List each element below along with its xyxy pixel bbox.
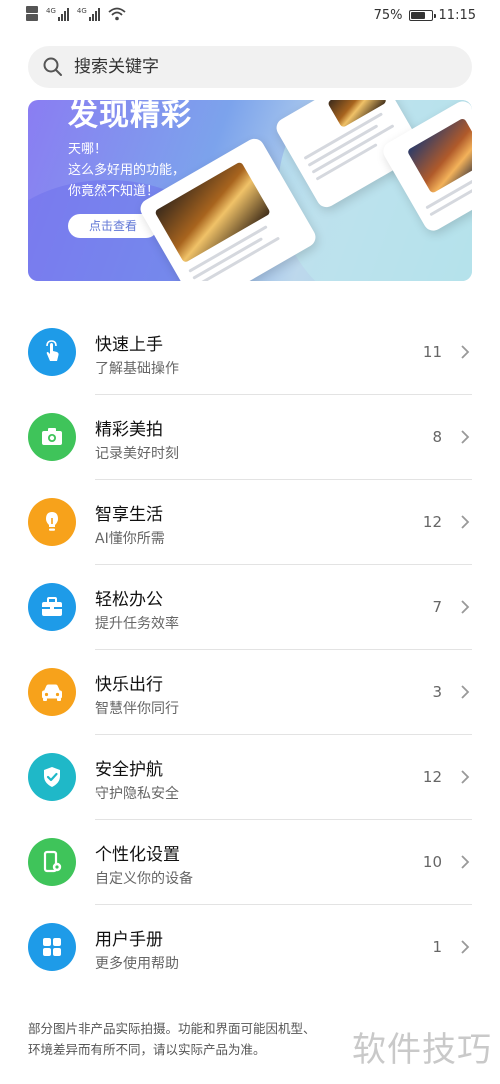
list-item-subtitle: AI懂你所需 — [95, 531, 165, 547]
chevron-right-icon — [461, 345, 470, 359]
list-item-title: 快速上手 — [95, 335, 163, 355]
list-item-travel[interactable]: 快乐出行 智慧伴你同行 3 — [0, 650, 500, 735]
signal-icon-2: 4G — [77, 7, 100, 21]
battery-icon — [408, 10, 436, 21]
search-input[interactable] — [72, 56, 436, 78]
list-item-count: 8 — [432, 428, 442, 446]
chevron-right-icon — [461, 685, 470, 699]
list-item-office[interactable]: 轻松办公 提升任务效率 7 — [0, 565, 500, 650]
status-right: 75% 11:15 — [374, 8, 476, 23]
camera-icon — [28, 413, 76, 461]
list-item-subtitle: 自定义你的设备 — [95, 871, 193, 887]
list-item-count: 12 — [422, 768, 442, 786]
list-item-personalization[interactable]: 个性化设置 自定义你的设备 10 — [0, 820, 500, 905]
list-item-subtitle: 更多使用帮助 — [95, 956, 179, 972]
list-item-title: 轻松办公 — [95, 590, 163, 610]
list-item-count: 3 — [432, 683, 442, 701]
grid-icon — [28, 923, 76, 971]
feature-list: 快速上手 了解基础操作 11 精彩美拍 记录美好时刻 8 智享生活 AI懂你所需… — [0, 310, 500, 990]
list-item-subtitle: 提升任务效率 — [95, 616, 179, 632]
hd-icon — [26, 6, 38, 21]
wifi-icon — [108, 7, 126, 20]
disclaimer-line-1: 部分图片非产品实际拍摄。功能和界面可能因机型、 — [28, 1021, 316, 1036]
disclaimer-line-2: 环境差异而有所不同，请以实际产品为准。 — [28, 1042, 266, 1057]
battery-percent: 75% — [373, 8, 403, 23]
chevron-right-icon — [461, 855, 470, 869]
banner-line-3: 你竟然不知道！ — [68, 184, 160, 199]
list-item-security[interactable]: 安全护航 守护隐私安全 12 — [0, 735, 500, 820]
phone-settings-icon — [28, 838, 76, 886]
list-item-count: 12 — [422, 513, 442, 531]
chevron-right-icon — [461, 770, 470, 784]
shield-check-icon — [28, 753, 76, 801]
banner-headline: 发现精彩 — [68, 100, 192, 133]
list-item-count: 7 — [432, 598, 442, 616]
list-item-quick-start[interactable]: 快速上手 了解基础操作 11 — [0, 310, 500, 395]
network-type-label-2: 4G — [76, 6, 87, 15]
list-item-count: 10 — [422, 853, 442, 871]
chevron-right-icon — [461, 430, 470, 444]
list-item-subtitle: 了解基础操作 — [95, 361, 179, 377]
list-item-title: 安全护航 — [95, 760, 163, 780]
touch-hand-icon — [28, 328, 76, 376]
network-type-label: 4G — [46, 6, 56, 15]
status-bar: 4G 4G 75% 11:15 — [0, 0, 500, 36]
list-item-count: 1 — [432, 938, 442, 956]
list-item-title: 个性化设置 — [95, 845, 180, 865]
list-item-smart-life[interactable]: 智享生活 AI懂你所需 12 — [0, 480, 500, 565]
chevron-right-icon — [461, 515, 470, 529]
briefcase-icon — [28, 583, 76, 631]
search-icon — [43, 57, 62, 76]
search-bar[interactable] — [28, 46, 472, 88]
list-item-subtitle: 记录美好时刻 — [95, 446, 179, 462]
list-item-photography[interactable]: 精彩美拍 记录美好时刻 8 — [0, 395, 500, 480]
chevron-right-icon — [461, 940, 470, 954]
lightbulb-icon — [28, 498, 76, 546]
banner-line-1: 天哪！ — [68, 142, 108, 157]
chevron-right-icon — [461, 600, 470, 614]
watermark: 软件技巧 — [352, 1030, 492, 1070]
signal-icon: 4G — [46, 7, 69, 21]
car-icon — [28, 668, 76, 716]
banner-line-2: 这么多好用的功能， — [68, 163, 186, 178]
promo-banner[interactable]: 发现精彩 天哪！ 这么多好用的功能， 你竟然不知道！ 点击查看 — [28, 100, 472, 281]
list-item-title: 精彩美拍 — [95, 420, 163, 440]
list-item-title: 智享生活 — [95, 505, 163, 525]
list-item-subtitle: 守护隐私安全 — [95, 786, 179, 802]
list-item-subtitle: 智慧伴你同行 — [95, 701, 179, 717]
list-item-count: 11 — [422, 343, 442, 361]
list-item-user-manual[interactable]: 用户手册 更多使用帮助 1 — [0, 905, 500, 990]
status-left: 4G 4G — [26, 6, 126, 21]
disclaimer-text: 部分图片非产品实际拍摄。功能和界面可能因机型、 环境差异而有所不同，请以实际产品… — [28, 1018, 378, 1060]
list-item-title: 快乐出行 — [95, 675, 163, 695]
list-item-title: 用户手册 — [95, 930, 163, 950]
clock: 11:15 — [438, 8, 476, 23]
